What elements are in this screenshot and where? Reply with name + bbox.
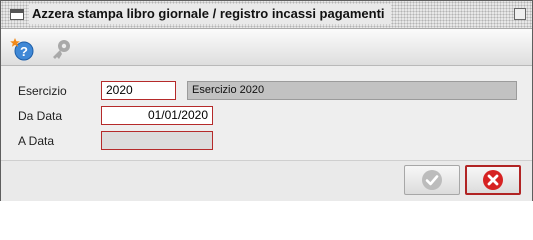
esercizio-input[interactable]: 2020 bbox=[101, 81, 176, 100]
cancel-button[interactable] bbox=[465, 165, 521, 195]
window-title: Azzera stampa libro giornale / registro … bbox=[29, 4, 391, 24]
da-data-label: Da Data bbox=[18, 109, 63, 123]
checkmark-icon bbox=[422, 170, 442, 190]
close-icon bbox=[483, 170, 503, 190]
window-icon bbox=[10, 9, 24, 20]
esercizio-label: Esercizio bbox=[18, 84, 67, 98]
window-close-button[interactable] bbox=[514, 8, 526, 20]
button-bar bbox=[1, 160, 532, 201]
help-icon[interactable]: ? bbox=[10, 37, 34, 61]
a-data-label: A Data bbox=[18, 134, 55, 148]
confirm-button[interactable] bbox=[404, 165, 460, 195]
key-icon[interactable] bbox=[49, 37, 73, 61]
a-data-input[interactable] bbox=[101, 131, 213, 150]
title-bar[interactable]: Azzera stampa libro giornale / registro … bbox=[1, 1, 532, 29]
svg-text:?: ? bbox=[20, 44, 28, 59]
dialog-window: Azzera stampa libro giornale / registro … bbox=[0, 0, 533, 201]
da-data-input[interactable]: 01/01/2020 bbox=[101, 106, 213, 125]
form-area: Esercizio 2020 Esercizio 2020 Da Data 01… bbox=[1, 66, 532, 160]
toolbar: ? bbox=[1, 29, 532, 66]
esercizio-description: Esercizio 2020 bbox=[187, 81, 517, 100]
